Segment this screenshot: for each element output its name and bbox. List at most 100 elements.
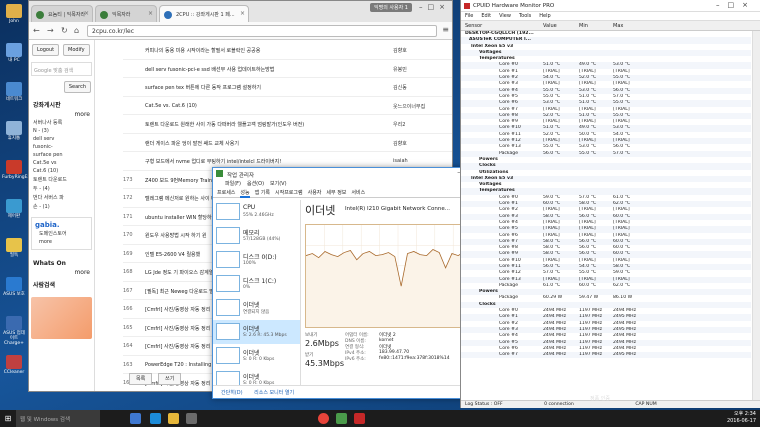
write-button[interactable]: 쓰기 <box>158 373 182 385</box>
clock[interactable]: 오후 2:34 2016-06-17 <box>727 411 756 425</box>
sidebar-link[interactable]: N - (3) <box>29 127 94 135</box>
sidebar-link[interactable]: 서버나사 등록 <box>29 118 94 127</box>
post-author[interactable]: 웃느으이너무집 <box>393 103 452 110</box>
sidebar-link[interactable]: dell serv <box>29 135 94 143</box>
post-title[interactable]: 토렌트 다운로드 원래한 사이 가동 다떠버라 웰플고객 엄링발가(인도우 버전… <box>145 121 365 128</box>
hw-menu-item[interactable]: Tools <box>519 13 531 19</box>
hw-menu-item[interactable]: Help <box>539 13 550 19</box>
hw-menu-item[interactable]: Edit <box>481 13 491 19</box>
sidebar-link[interactable]: 두 - (4) <box>29 184 94 193</box>
hw-menu-item[interactable]: View <box>499 13 511 19</box>
col-sensor[interactable]: Sensor <box>465 23 482 29</box>
desktop-icon[interactable]: 필독 <box>2 238 26 258</box>
table-row[interactable]: 토렌트 다운로드 원래한 사이 가동 다떠버라 웰플고객 엄링발가(인도우 버전… <box>123 115 452 134</box>
tm-menu-item[interactable]: 파일(F) <box>225 181 241 187</box>
tab-active[interactable]: 2CPU :: 강좌게시판 1 페... × <box>159 5 249 22</box>
desktop-icon[interactable]: 내 PC <box>2 43 26 63</box>
close-icon[interactable]: × <box>84 10 89 17</box>
tm-menu-item[interactable]: 옵션(O) <box>247 181 264 187</box>
desktop-icon[interactable]: John <box>2 4 26 24</box>
perf-item[interactable]: 메모리 57/128GB (44%) <box>213 224 300 248</box>
post-title[interactable]: dell serv fusonic-pci-e ssd 배선부 사용 업데이트하… <box>145 66 365 73</box>
col-min[interactable]: Min <box>579 23 588 29</box>
sensor-row[interactable]: Core #7 2494 MHz 1197 MHz 2495 MHz <box>461 352 751 359</box>
tm-tab[interactable]: 앱 기록 <box>255 190 270 196</box>
post-author[interactable]: isaiah <box>393 158 452 164</box>
close-icon[interactable]: × <box>240 10 245 17</box>
sidebar-link[interactable]: surface pen <box>29 151 94 159</box>
tm-tab[interactable]: 프로세스 <box>217 190 235 196</box>
desktop-icon[interactable]: 제어판 <box>2 199 26 219</box>
table-row[interactable]: Cat.5e vs. Cat.6 (10)웃느으이너무집05-2420450 <box>123 97 452 115</box>
post-title[interactable]: 랜더 게이스 파운 엉이 발전 쌔드 교체 사용기 <box>145 140 365 147</box>
search-button[interactable]: Search <box>63 81 91 93</box>
col-max[interactable]: Max <box>613 23 623 29</box>
edge-icon[interactable] <box>150 413 161 424</box>
desktop-icon[interactable]: 휴지통 <box>2 121 26 141</box>
tm-tab[interactable]: 세부 정보 <box>326 190 346 196</box>
tm-tab[interactable]: 사용자 <box>308 190 322 196</box>
table-row[interactable]: 커피나의 동용 미용 시작이라는 할필서 로블락인 공공용김향호06-12464… <box>123 41 452 60</box>
collapse-link[interactable]: 간단히(D) <box>221 390 243 396</box>
post-author[interactable]: 김향호 <box>393 140 452 147</box>
more-link[interactable]: more <box>29 111 94 118</box>
logout-button[interactable]: Logout <box>32 44 60 56</box>
list-button[interactable]: 목록 <box>129 373 153 385</box>
perf-item[interactable]: 이더넷 S: 0 R: 0 Kbps <box>213 344 300 368</box>
forward-icon[interactable]: → <box>47 26 54 35</box>
window-controls[interactable]: –□× <box>716 1 756 9</box>
tm-tab[interactable]: 시작프로그램 <box>275 190 303 196</box>
ad-banner[interactable] <box>31 297 92 339</box>
whats-more[interactable]: more <box>29 269 94 276</box>
desktop-icon[interactable]: ASUS 업데이트 Charge+ <box>2 316 26 346</box>
home-icon[interactable]: ⌂ <box>74 26 79 35</box>
perf-item[interactable]: 이더넷 S: 2.6 R: 45.3 Mbps <box>213 320 300 344</box>
start-icon[interactable]: ⊞ <box>0 410 16 427</box>
perf-item[interactable]: 디스크 1(C:) 0% <box>213 272 300 296</box>
post-title[interactable]: surface pen tex 버튼에 다른 동작 프로그램 설정하기 <box>145 84 365 91</box>
reload-icon[interactable]: ↻ <box>61 26 68 35</box>
window-controls[interactable]: –□× <box>419 3 450 11</box>
address-bar[interactable]: 2cpu.co.kr/lec <box>87 25 437 37</box>
hw-menu-item[interactable]: File <box>465 13 473 19</box>
desktop-icon[interactable]: ASUS 보호 <box>2 277 26 297</box>
post-title[interactable]: 커피나의 동용 미용 시작이라는 할필서 로블락인 공공용 <box>145 47 365 54</box>
people-search[interactable]: 사람검색 <box>29 276 94 291</box>
sidebar-link[interactable]: Cat.6 (10) <box>29 167 94 175</box>
close-icon[interactable]: × <box>148 10 153 17</box>
perf-item[interactable]: 이더넷 연결되지 않음 <box>213 296 300 320</box>
hw-scrollbar[interactable] <box>752 31 760 401</box>
taskmgr-taskbar-icon[interactable] <box>336 413 347 424</box>
chrome-icon[interactable] <box>318 413 329 424</box>
sidebar-link[interactable]: 토렌트 다운로드 <box>29 175 94 184</box>
desktop-icon[interactable]: 네트워크 <box>2 82 26 102</box>
tm-menu-item[interactable]: 보기(V) <box>270 181 287 187</box>
store-icon[interactable] <box>186 413 197 424</box>
menu-icon[interactable]: ≡ <box>442 25 449 34</box>
taskbar-search[interactable]: 웹 및 Windows 검색 <box>16 410 100 427</box>
table-row[interactable]: 랜더 게이스 파운 엉이 발전 쌔드 교체 사용기김향호05-0817112 <box>123 134 452 152</box>
sidebar-link[interactable]: 손 - (1) <box>29 202 94 211</box>
modify-button[interactable]: Modify <box>63 44 90 56</box>
post-author[interactable]: 김향호 <box>393 47 452 54</box>
post-author[interactable]: 유봉민 <box>393 66 452 73</box>
col-value[interactable]: Value <box>543 23 557 29</box>
sponsor-logo[interactable]: gabia. <box>35 221 88 229</box>
sidebar-link[interactable]: 번다 서버스 파 <box>29 193 94 202</box>
post-author[interactable]: 우리2 <box>393 121 452 128</box>
sponsor-more[interactable]: more <box>35 238 88 246</box>
sidebar-link[interactable]: fusonic- <box>29 143 94 151</box>
taskview-icon[interactable] <box>130 413 141 424</box>
profile-badge[interactable]: 익명의 사용자 1 <box>370 3 412 12</box>
tab-2[interactable]: 익목자라 × <box>95 5 157 22</box>
resource-monitor-link[interactable]: 리소스 모니터 열기 <box>254 390 294 396</box>
tm-tab[interactable]: 서비스 <box>351 190 365 196</box>
desktop-icon[interactable]: FurbyRingEx <box>2 160 30 180</box>
perf-item[interactable]: CPU 55% 2.46GHz <box>213 200 300 224</box>
table-row[interactable]: surface pen tex 버튼에 다른 동작 프로그램 설정하기김신동05… <box>123 78 452 97</box>
explorer-icon[interactable] <box>168 413 179 424</box>
tm-tab[interactable]: 성능 <box>240 190 250 198</box>
post-title[interactable]: 구형 보드에서 nvme 업디로 부팅하기 intel/intelcl 드라이버… <box>145 158 365 165</box>
desktop-icon[interactable]: CCleaner <box>2 355 26 375</box>
table-row[interactable]: dell serv fusonic-pci-e ssd 배선부 사용 업데이트하… <box>123 60 452 78</box>
